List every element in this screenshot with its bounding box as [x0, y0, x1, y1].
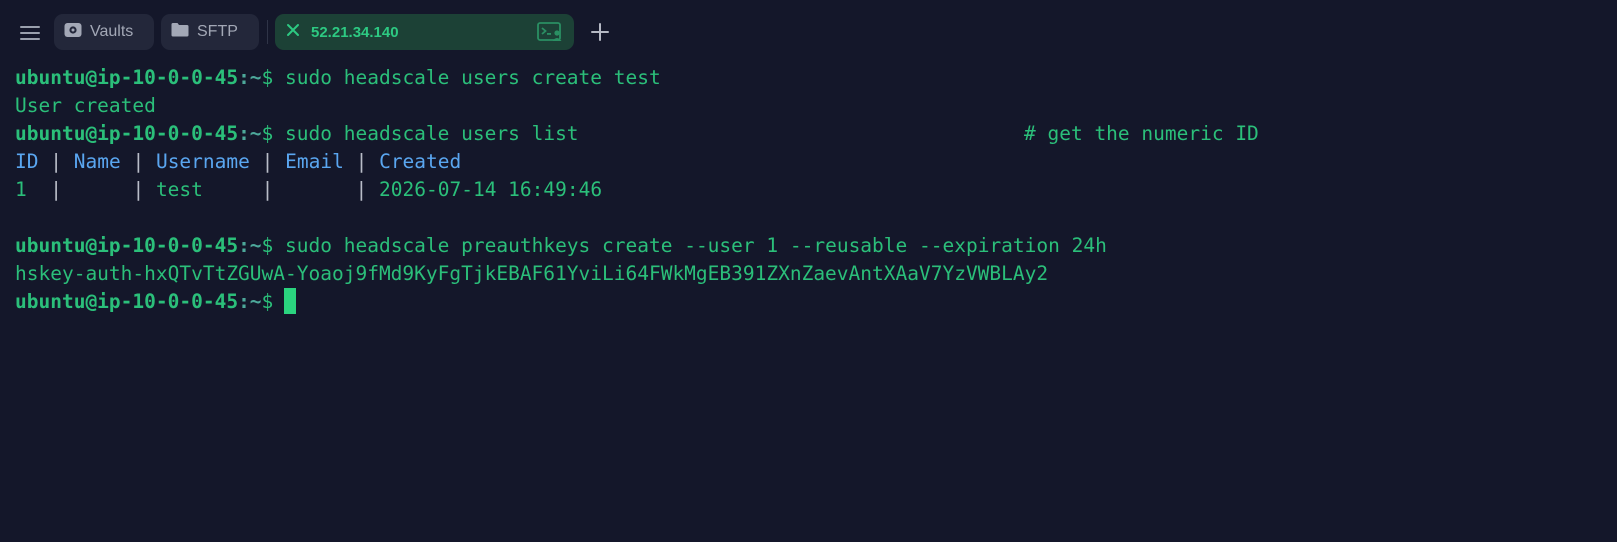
- table-cell: test: [155, 178, 203, 201]
- terminal-line: hskey-auth-hxQTvTtZGUwA-Yoaoj9fMd9KyFgTj…: [15, 260, 1605, 288]
- table-header: Email: [285, 150, 344, 173]
- table-header: Created: [379, 150, 462, 173]
- prompt-path: :~: [238, 66, 262, 89]
- prompt-user: ubuntu@ip-10-0-0-45: [15, 66, 239, 89]
- terminal-line: ubuntu@ip-10-0-0-45:~$: [15, 288, 1605, 316]
- tab-host[interactable]: 52.21.34.140: [275, 14, 574, 50]
- vault-icon: [64, 22, 82, 43]
- table-header-row: ID | Name | Username | Email | Created: [15, 150, 462, 173]
- prompt-path: :~: [238, 122, 262, 145]
- prompt-symbol: $: [261, 122, 274, 145]
- prompt-user: ubuntu@ip-10-0-0-45: [15, 122, 239, 145]
- table-header: ID: [15, 150, 39, 173]
- terminal-user-icon: [537, 22, 563, 47]
- output-text: User created: [15, 94, 156, 117]
- table-header: Name: [73, 150, 121, 173]
- add-tab-button[interactable]: [588, 19, 612, 45]
- command: sudo headscale users create test: [285, 66, 661, 89]
- tab-sftp[interactable]: SFTP: [161, 14, 259, 50]
- folder-icon: [171, 22, 189, 42]
- table-cell: 2026-07-14 16:49:46: [379, 178, 603, 201]
- terminal-line: ubuntu@ip-10-0-0-45:~$ sudo headscale us…: [15, 120, 1605, 148]
- command: sudo headscale preauthkeys create --user…: [285, 234, 1107, 257]
- prompt-path: :~: [238, 234, 262, 257]
- table-header: Username: [155, 150, 250, 173]
- prompt-symbol: $: [261, 290, 274, 313]
- table-row: 1 | | test | | 2026-07-14 16:49:46: [15, 178, 603, 201]
- terminal-cursor: [284, 288, 297, 314]
- preauth-key: hskey-auth-hxQTvTtZGUwA-Yoaoj9fMd9KyFgTj…: [15, 262, 1049, 285]
- close-icon[interactable]: [286, 23, 300, 42]
- prompt-user: ubuntu@ip-10-0-0-45: [15, 290, 239, 313]
- tab-vaults[interactable]: Vaults: [54, 14, 154, 50]
- command: sudo headscale users list: [285, 122, 579, 145]
- menu-icon[interactable]: [16, 19, 44, 47]
- table-cell: 1: [15, 178, 27, 201]
- terminal-line: ubuntu@ip-10-0-0-45:~$ sudo headscale pr…: [15, 232, 1605, 260]
- tab-label: Vaults: [90, 23, 134, 40]
- tab-label: 52.21.34.140: [311, 23, 399, 41]
- tab-divider: [267, 20, 268, 44]
- terminal-line: User created: [15, 92, 1605, 120]
- command-comment: # get the numeric ID: [1024, 122, 1259, 145]
- plus-icon: [591, 23, 609, 41]
- prompt-symbol: $: [261, 234, 274, 257]
- prompt-symbol: $: [261, 66, 274, 89]
- terminal-output[interactable]: ubuntu@ip-10-0-0-45:~$ sudo headscale us…: [15, 64, 1605, 534]
- tab-bar: Vaults SFTP 52.21.34.140: [0, 0, 1617, 64]
- terminal-line: ubuntu@ip-10-0-0-45:~$ sudo headscale us…: [15, 64, 1605, 92]
- prompt-path: :~: [238, 290, 262, 313]
- tab-label: SFTP: [197, 23, 238, 40]
- prompt-user: ubuntu@ip-10-0-0-45: [15, 234, 239, 257]
